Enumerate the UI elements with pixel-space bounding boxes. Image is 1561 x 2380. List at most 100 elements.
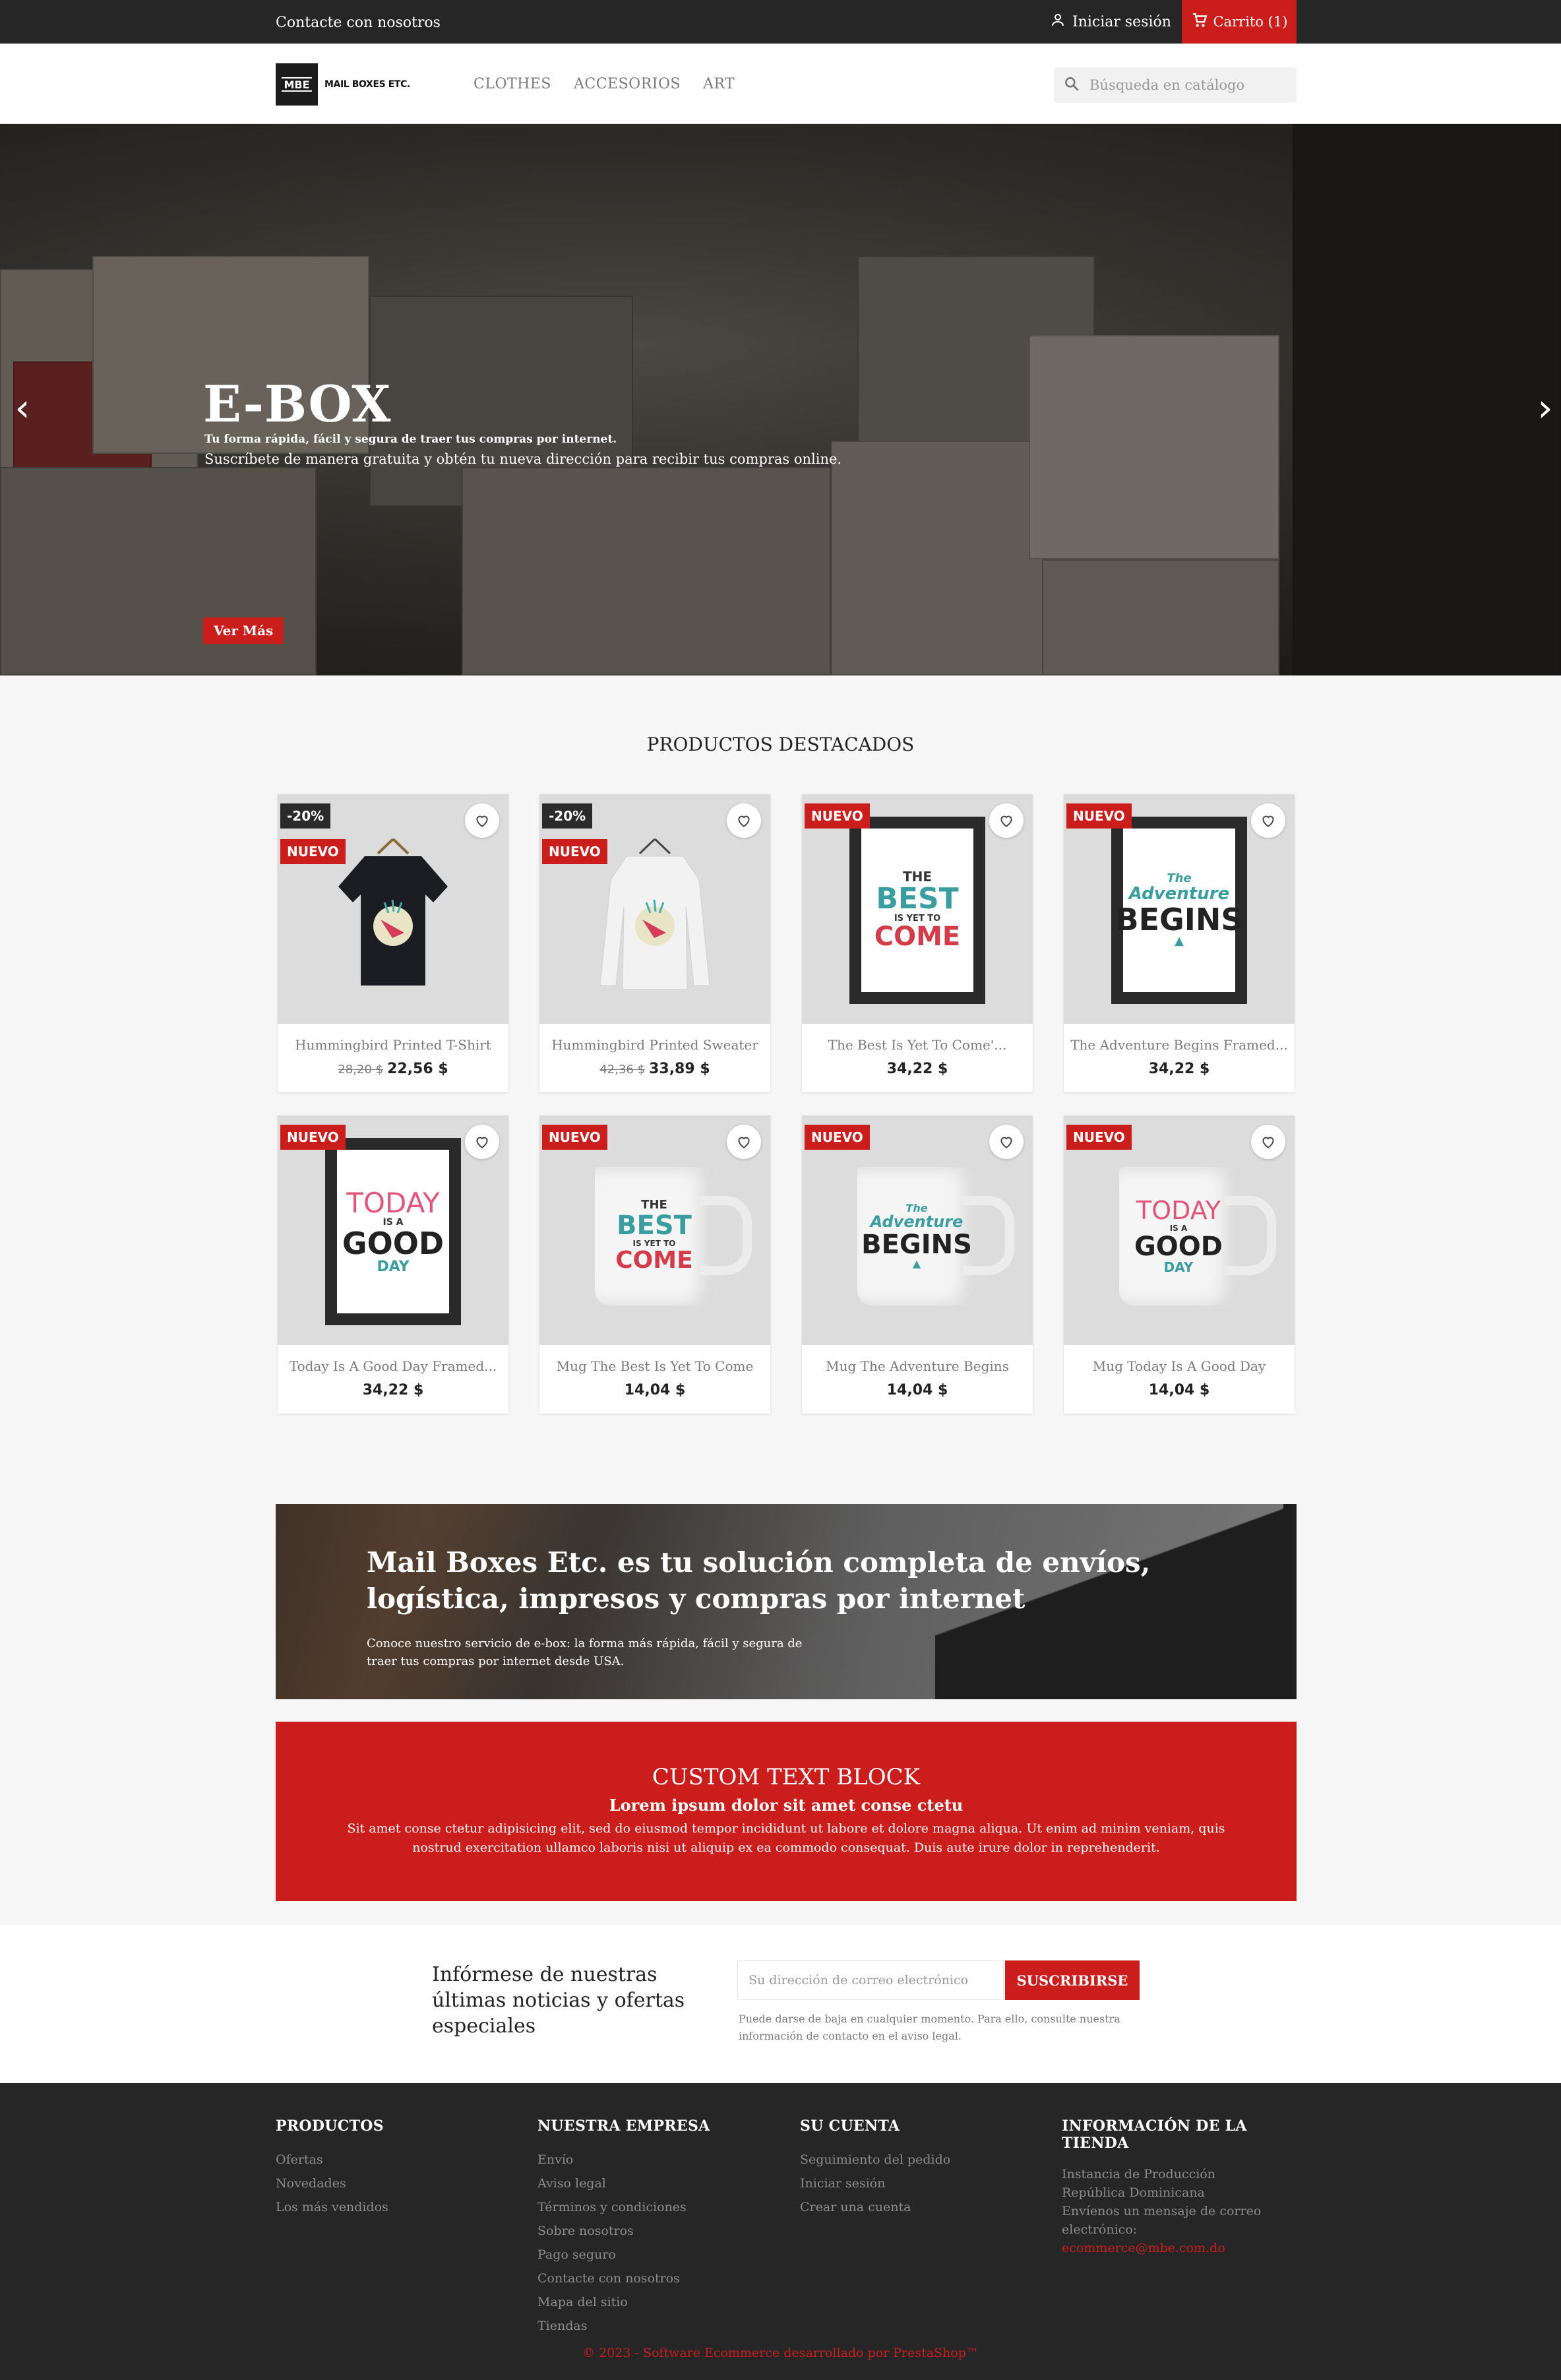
footer-link[interactable]: Novedades xyxy=(276,2172,388,2195)
sweater-image xyxy=(600,838,710,990)
newsletter-note: Puede darse de baja en cualquier momento… xyxy=(739,2013,1120,2042)
nav-item-clothes[interactable]: CLOTHES xyxy=(474,76,551,92)
hero-cta-button[interactable]: Ver Más xyxy=(203,617,284,644)
footer-link[interactable]: Los más vendidos xyxy=(276,2195,388,2219)
custom-text-body: Sit amet conse ctetur adipisicing elit, … xyxy=(347,1821,1225,1855)
search-input[interactable] xyxy=(1089,77,1281,93)
product-name[interactable]: Today Is A Good Day Framed... xyxy=(278,1358,508,1374)
product-card[interactable]: THE BEST IS YET TO COME NUEVO The Best Is Y… xyxy=(802,794,1033,1092)
contact-link[interactable]: Contacte con nosotros xyxy=(276,0,441,44)
product-old-price: 42,36 $ xyxy=(599,1063,646,1077)
footer-link[interactable]: Envío xyxy=(537,2148,710,2172)
product-price: 33,89 $ xyxy=(649,1061,710,1077)
wishlist-heart-icon[interactable] xyxy=(1251,1125,1285,1159)
custom-text-title: CUSTOM TEXT BLOCK xyxy=(652,1764,921,1790)
product-price: 34,22 $ xyxy=(886,1061,948,1077)
footer-link[interactable]: Contacte con nosotros xyxy=(537,2267,710,2290)
nav-item-accesorios[interactable]: ACCESORIOS xyxy=(574,76,681,92)
copyright-link[interactable]: © 2023 - Software Ecommerce desarrollado… xyxy=(0,2346,1561,2360)
footer-link[interactable]: Iniciar sesión xyxy=(800,2172,950,2195)
store-email-link[interactable]: ecommerce@mbe.com.do xyxy=(1062,2241,1225,2255)
product-old-price: 28,20 $ xyxy=(338,1063,384,1077)
mug-image: TODAY IS A GOOD DAY xyxy=(1119,1167,1276,1305)
product-name[interactable]: Mug The Best Is Yet To Come xyxy=(539,1358,770,1374)
new-badge: NUEVO xyxy=(1066,803,1132,829)
wishlist-heart-icon[interactable] xyxy=(989,803,1024,838)
featured-title: PRODUCTOS DESTACADOS xyxy=(646,734,915,755)
newsletter-email-input[interactable] xyxy=(737,1960,1004,2000)
footer-link[interactable]: Términos y condiciones xyxy=(537,2195,710,2219)
banner-title: Mail Boxes Etc. es tu solución completa … xyxy=(367,1546,1151,1615)
product-name[interactable]: Mug The Adventure Begins xyxy=(802,1358,1033,1374)
product-name[interactable]: Hummingbird Printed Sweater xyxy=(539,1037,770,1053)
product-card[interactable]: -20% NUEVO Hummingbird Printed Sweater 4… xyxy=(539,794,770,1092)
footer-link[interactable]: Mapa del sitio xyxy=(537,2290,710,2314)
main-nav: CLOTHES ACCESORIOS ART xyxy=(474,44,735,124)
product-card[interactable]: The Adventure BEGINS ▲ NUEVO Mug The Advent… xyxy=(802,1115,1033,1414)
footer-heading: PRODUCTOS xyxy=(276,2117,384,2135)
product-card[interactable]: The Adventure BEGINS ▲ NUEVO The Adventure … xyxy=(1064,794,1295,1092)
nav-item-art[interactable]: ART xyxy=(703,76,735,92)
hero-subtitle: Tu forma rápida, fácil y segura de traer… xyxy=(204,433,617,446)
logo-text: MAIL BOXES ETC. xyxy=(324,79,410,90)
wishlist-heart-icon[interactable] xyxy=(727,1125,761,1159)
product-card[interactable]: THE BEST IS YET TO COME NUEVO Mug The Best … xyxy=(539,1115,770,1414)
hero-slider: E-BOX Tu forma rápida, fácil y segura de… xyxy=(0,124,1561,675)
footer-link[interactable]: Aviso legal xyxy=(537,2172,710,2195)
search-icon[interactable] xyxy=(1063,75,1080,95)
wishlist-heart-icon[interactable] xyxy=(989,1125,1024,1159)
footer-link[interactable]: Ofertas xyxy=(276,2148,388,2172)
footer-link[interactable]: Pago seguro xyxy=(537,2243,710,2267)
top-bar: Contacte con nosotros Iniciar sesión Car… xyxy=(0,0,1561,44)
new-badge: NUEVO xyxy=(805,1125,870,1150)
framed-poster-image: TODAY IS A GOOD DAY xyxy=(325,1138,461,1325)
product-price: 34,22 $ xyxy=(362,1382,424,1398)
footer-link[interactable]: Seguimiento del pedido xyxy=(800,2148,950,2172)
store-info-line: Envíenos un mensaje de correo electrónic… xyxy=(1062,2204,1262,2237)
product-price: 14,04 $ xyxy=(1148,1382,1210,1398)
footer-account-column: SU CUENTA Seguimiento del pedido Iniciar… xyxy=(800,2117,950,2219)
product-price-row: 28,20 $22,56 $ xyxy=(278,1061,508,1077)
product-price: 34,22 $ xyxy=(1148,1061,1210,1077)
wishlist-heart-icon[interactable] xyxy=(1251,803,1285,838)
product-name[interactable]: The Best Is Yet To Come'... xyxy=(802,1037,1033,1053)
product-card[interactable]: TODAY IS A GOOD DAY NUEVO Mug Today Is A Go… xyxy=(1064,1115,1295,1414)
slider-next-icon[interactable]: › xyxy=(1532,388,1558,427)
subscribe-button[interactable]: SUSCRIBIRSE xyxy=(1005,1960,1140,2000)
newsletter-label: Infórmese de nuestras últimas noticias y… xyxy=(432,1963,685,2038)
store-info-line: Instancia de Producción xyxy=(1062,2167,1215,2181)
footer-heading: INFORMACIÓN DE LA TIENDA xyxy=(1062,2117,1247,2152)
search-box xyxy=(1054,67,1297,103)
footer-company-column: NUESTRA EMPRESA Envío Aviso legal Términ… xyxy=(537,2117,710,2338)
banner-text: Conoce nuestro servicio de e-box: la for… xyxy=(367,1637,803,1668)
mug-image: The Adventure BEGINS ▲ xyxy=(857,1167,1014,1305)
product-price: 14,04 $ xyxy=(624,1382,686,1398)
slider-prev-icon[interactable]: ‹ xyxy=(9,388,36,427)
hero-description: Suscríbete de manera gratuita y obtén tu… xyxy=(204,451,842,467)
product-card[interactable]: -20% NUEVO Hummingbird Printed T-Shirt 2… xyxy=(278,794,508,1092)
product-name[interactable]: Hummingbird Printed T-Shirt xyxy=(278,1037,508,1053)
mug-image: THE BEST IS YET TO COME xyxy=(595,1167,752,1305)
header: MBE MAIL BOXES ETC. CLOTHES ACCESORIOS A… xyxy=(0,44,1561,124)
hero-title: E-BOX xyxy=(203,375,392,433)
cart-button[interactable]: Carrito (1) xyxy=(1182,0,1297,44)
product-name[interactable]: The Adventure Begins Framed... xyxy=(1064,1037,1295,1053)
promo-banner[interactable]: Mail Boxes Etc. es tu solución completa … xyxy=(276,1504,1297,1699)
wishlist-heart-icon[interactable] xyxy=(727,803,761,838)
product-card[interactable]: TODAY IS A GOOD DAY NUEVO Today Is A Good D… xyxy=(278,1115,508,1414)
footer-link[interactable]: Tiendas xyxy=(537,2314,710,2338)
framed-poster-image: THE BEST IS YET TO COME xyxy=(849,817,985,1004)
custom-text-block: CUSTOM TEXT BLOCK Lorem ipsum dolor sit … xyxy=(276,1722,1297,1901)
logo-mark: MBE xyxy=(276,63,318,106)
login-link[interactable]: Iniciar sesión xyxy=(1050,0,1171,44)
product-name[interactable]: Mug Today Is A Good Day xyxy=(1064,1358,1295,1374)
custom-text-subtitle: Lorem ipsum dolor sit amet conse ctetu xyxy=(609,1796,964,1815)
logo[interactable]: MBE MAIL BOXES ETC. xyxy=(276,63,410,106)
footer-link[interactable]: Crear una cuenta xyxy=(800,2195,950,2219)
newsletter-section: Infórmese de nuestras últimas noticias y… xyxy=(0,1925,1561,2083)
wishlist-heart-icon[interactable] xyxy=(465,1125,499,1159)
framed-poster-image: The Adventure BEGINS ▲ xyxy=(1111,817,1247,1004)
footer-link[interactable]: Sobre nosotros xyxy=(537,2219,710,2243)
footer-store-column: INFORMACIÓN DE LA TIENDA Instancia de Pr… xyxy=(1062,2117,1297,2257)
wishlist-heart-icon[interactable] xyxy=(465,803,499,838)
